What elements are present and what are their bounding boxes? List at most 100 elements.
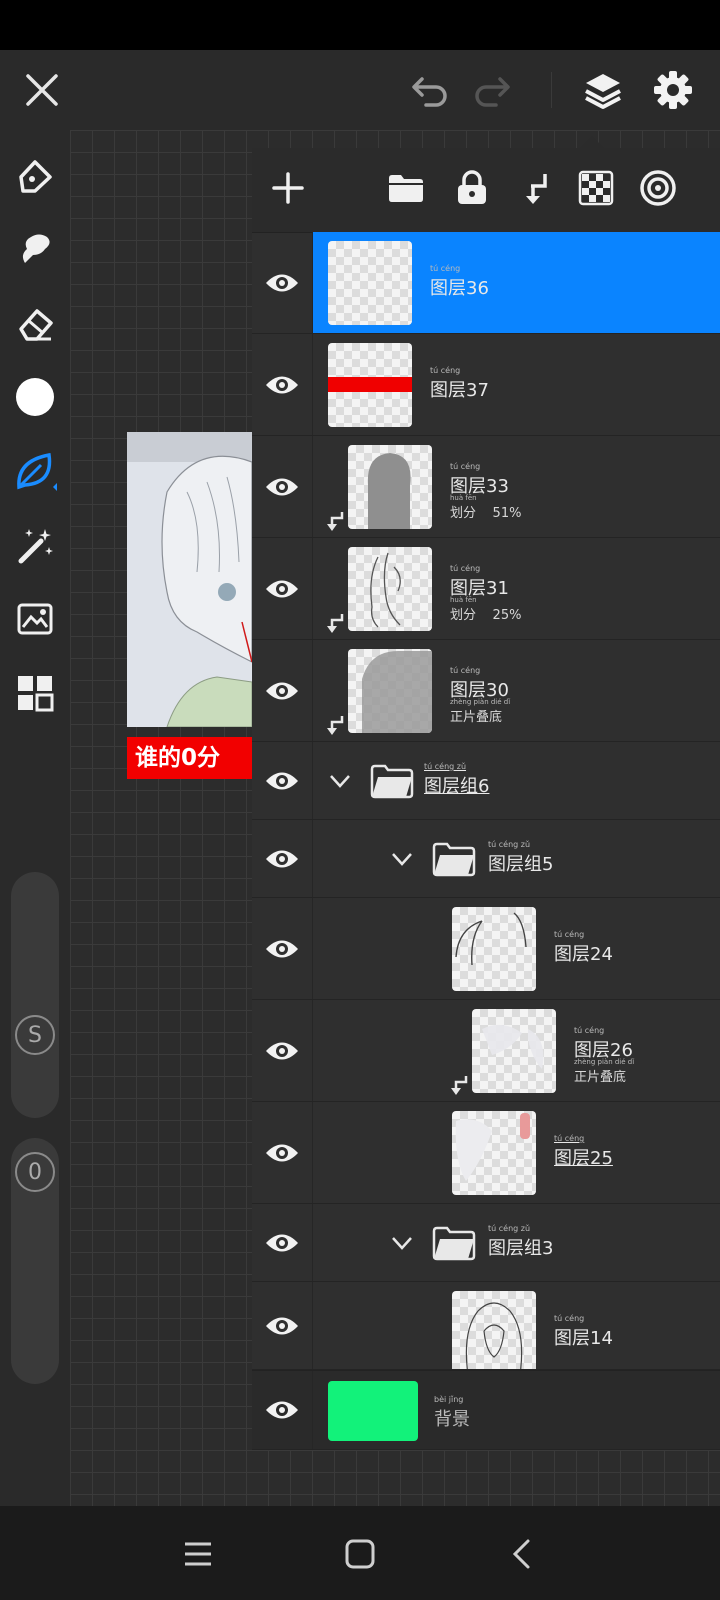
layer-thumbnail [348,547,432,631]
visibility-eye-icon[interactable] [252,898,313,999]
artwork-caption: 谁的0分 [127,737,252,779]
layer-row-24[interactable]: tú céng 图层24 [252,898,720,1000]
layer-name: tú céng 图层31 [450,564,509,599]
chevron-down-icon[interactable] [390,1231,414,1255]
clip-arrow-icon [451,1076,468,1095]
layer-row-37[interactable]: tú céng 图层37 [252,334,720,436]
visibility-eye-icon[interactable] [252,1102,313,1203]
add-layer-icon[interactable] [264,164,312,212]
visibility-eye-icon[interactable] [252,538,313,639]
layer-thumbnail [472,1009,556,1093]
layers-panel: tú céng 图层36 tú céng 图层37 tú céng 图层33 huà … [252,136,720,1450]
layer-row-33[interactable]: tú céng 图层33 huà fēn 划分 51% [252,436,720,538]
visibility-eye-icon[interactable] [252,640,313,741]
layer-row-36[interactable]: tú céng 图层36 [252,232,720,334]
layer-name: bèi jǐng 背景 [434,1395,470,1430]
layer-thumbnail [328,241,412,325]
visibility-eye-icon[interactable] [252,820,313,897]
layers-toolbar [252,148,720,233]
clip-arrow-icon [327,512,344,531]
visibility-eye-icon[interactable] [252,1282,313,1369]
toolbar-divider [551,72,552,108]
visibility-eye-icon[interactable] [252,232,313,333]
visibility-eye-icon[interactable] [252,1371,313,1449]
background-color-swatch[interactable] [328,1381,418,1441]
layer-group-row-6[interactable]: tú céng zǔ 图层组6 [252,742,720,820]
layer-name: tú céng 图层36 [430,264,489,299]
visibility-eye-icon[interactable] [252,334,313,435]
layer-blend-mode: zhèng piàn dié dǐ 正片叠底 [450,698,511,725]
layer-name: tú céng 图层30 [450,666,509,701]
layer-row-30[interactable]: tú céng 图层30 zhèng piàn dié dǐ 正片叠底 [252,640,720,742]
folder-icon [370,764,414,799]
layer-name: tú céng zǔ 图层组6 [424,762,490,797]
brush-size-knob[interactable]: S [15,1015,55,1055]
background-layer-row[interactable]: bèi jǐng 背景 [252,1370,720,1450]
home-icon[interactable] [334,1528,386,1580]
visibility-eye-icon[interactable] [252,436,313,537]
recent-apps-icon[interactable] [172,1528,224,1580]
layer-name: tú céng 图层24 [554,930,613,965]
layer-name: tú céng 图层33 [450,462,509,497]
layers-icon[interactable] [575,62,631,118]
layer-blend-mode: huà fēn 划分 51% [450,494,522,521]
chevron-down-icon[interactable] [390,847,414,871]
layer-blend-mode: zhèng piàn dié dǐ 正片叠底 [574,1058,635,1085]
top-toolbar [0,50,720,130]
layer-name: tú céng 图层25 [554,1134,613,1169]
artwork-image [127,432,252,727]
layer-name: tú céng 图层37 [430,366,489,401]
layer-name: tú céng zǔ 图层组3 [488,1224,554,1259]
visibility-eye-icon[interactable] [252,1204,313,1281]
layer-row-26[interactable]: tú céng 图层26 zhèng piàn dié dǐ 正片叠底 [252,1000,720,1102]
layer-thumbnail [452,907,536,991]
chevron-down-icon[interactable] [328,769,352,793]
transparency-lock-icon[interactable] [572,164,620,212]
smudge-brush-icon[interactable] [10,224,60,274]
folder-icon [432,842,476,877]
visibility-eye-icon[interactable] [252,1000,313,1101]
clip-arrow-icon [327,716,344,735]
pen-tool-icon[interactable] [10,152,60,202]
layer-blend-mode: huà fēn 划分 25% [450,596,522,623]
layer-name: tú céng 图层14 [554,1314,613,1349]
image-transform-icon[interactable] [10,594,60,644]
settings-gear-icon[interactable] [645,62,701,118]
clipping-mask-icon[interactable] [512,164,560,212]
lock-icon[interactable] [448,164,496,212]
layer-thumbnail [452,1111,536,1195]
layer-thumbnail [328,343,412,427]
layer-thumbnail [348,445,432,529]
undo-icon[interactable] [402,62,458,118]
redo-icon[interactable] [464,62,520,118]
grid-menu-icon[interactable] [10,668,60,718]
visibility-eye-icon[interactable] [252,742,313,819]
clip-arrow-icon [327,614,344,633]
layer-thumbnail [348,649,432,733]
blend-target-icon[interactable] [634,164,682,212]
brush-size-slider[interactable] [11,872,59,1118]
layer-group-row-3[interactable]: tú céng zǔ 图层组3 [252,1204,720,1282]
layer-row-31[interactable]: tú céng 图层31 huà fēn 划分 25% [252,538,720,640]
layer-group-row-5[interactable]: tú céng zǔ 图层组5 [252,820,720,898]
magic-wand-icon[interactable] [10,520,60,570]
layer-row-14[interactable]: tú céng 图层14 [252,1282,720,1370]
back-icon[interactable] [496,1528,548,1580]
panel-pointer [580,136,604,148]
thumb-red-band [328,377,412,392]
add-folder-icon[interactable] [382,164,430,212]
close-icon[interactable] [14,62,70,118]
layer-name: tú céng 图层26 [574,1026,633,1061]
layer-opacity: 25% [492,608,522,623]
leaf-brush-icon[interactable] [10,446,60,496]
eraser-icon[interactable] [10,298,60,348]
folder-icon [432,1226,476,1261]
left-toolbar: S 0 [0,130,70,1506]
system-navigation-bar [0,1506,720,1600]
layer-row-25[interactable]: tú céng 图层25 [252,1102,720,1204]
layer-name: tú céng zǔ 图层组5 [488,840,554,875]
color-picker-icon[interactable] [10,372,60,422]
layer-opacity: 51% [492,506,522,521]
brush-opacity-knob[interactable]: 0 [15,1152,55,1192]
layer-thumbnail [452,1291,536,1369]
